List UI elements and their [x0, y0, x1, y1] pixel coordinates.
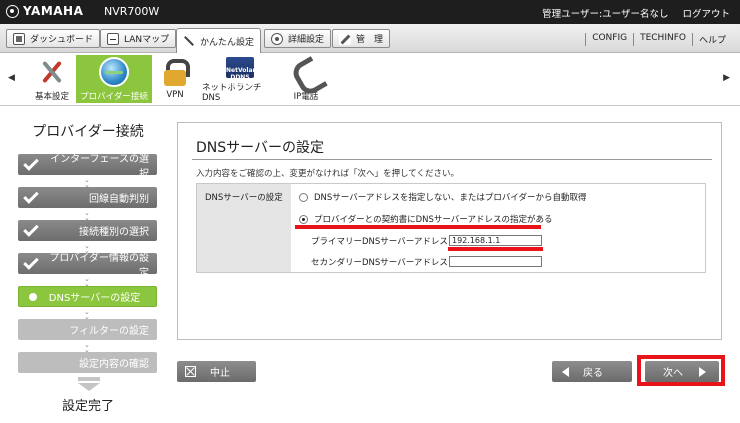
model-name: NVR700W [104, 5, 160, 18]
vpn-lock-icon [160, 57, 190, 87]
phone-icon [291, 57, 321, 87]
gear-icon [271, 32, 283, 45]
utility-links: CONFIG TECHINFO ヘルプ [585, 33, 732, 46]
wizard-icon [183, 35, 195, 47]
dns-form: DNSサーバーの設定 DNSサーバーアドレスを指定しない、またはプロバイダーから… [196, 183, 706, 273]
tab-lan-map[interactable]: LANマップ [100, 29, 177, 48]
current-step-dot-icon [29, 292, 37, 301]
wizard-step-connection-type: 接続種別の選択 [18, 220, 157, 241]
wrench-icon [339, 32, 351, 45]
brand-name: YAMAHA [23, 4, 84, 18]
main-tab-bar: ダッシュボード LANマップ かんたん設定 詳細設定 管 理 CONFIG TE… [0, 24, 740, 53]
techinfo-link[interactable]: TECHINFO [633, 33, 692, 46]
tab-advanced-settings[interactable]: 詳細設定 [264, 29, 332, 48]
tools-icon [37, 57, 67, 87]
tab-management[interactable]: 管 理 [332, 29, 391, 48]
primary-dns-label: プライマリーDNSサーバーアドレス [311, 237, 448, 247]
check-icon [23, 187, 39, 204]
close-box-icon [185, 366, 196, 377]
wizard-step-dns: DNSサーバーの設定 [18, 286, 157, 307]
tab-easy-setup[interactable]: かんたん設定 [176, 28, 262, 53]
check-icon [23, 253, 39, 270]
yamaha-logo-icon [6, 4, 19, 18]
wizard-step-interface: インターフェースの選択 [18, 154, 157, 180]
panel-title: DNSサーバーの設定 [196, 140, 324, 156]
lan-map-icon [107, 32, 119, 45]
tab-label: LANマップ [124, 35, 170, 45]
wizard-final-step: 設定完了 [61, 399, 114, 414]
tab-label: 詳細設定 [288, 35, 325, 45]
panel-description: 入力内容をご確認の上、変更がなければ「次へ」を押してください。 [196, 169, 459, 179]
cancel-button[interactable]: 中止 [177, 361, 256, 382]
tab-label: ダッシュボード [30, 35, 94, 45]
config-link[interactable]: CONFIG [585, 33, 633, 46]
wizard-step-filter: フィルターの設定 [18, 319, 157, 340]
option-dns-manual[interactable]: プロバイダーとの契約書にDNSサーバーアドレスの指定がある [299, 213, 552, 225]
option-label: DNSサーバーアドレスを指定しない、またはプロバイダーから自動取得 [314, 193, 587, 203]
down-arrow-icon [78, 377, 100, 391]
ddns-icon: NetVolante DDNS Service [226, 57, 264, 88]
tab-label: 管 理 [356, 35, 384, 45]
form-row-label: DNSサーバーの設定 [197, 184, 291, 272]
check-icon [23, 220, 39, 237]
category-label: 基本設定 [34, 92, 69, 102]
radio-dns-auto[interactable] [299, 192, 308, 202]
highlight-underline [295, 225, 541, 229]
category-icon-strip: ◀ 基本設定 プロバイダー接続 VPN NetVolante DDNS Serv… [0, 53, 740, 106]
scroll-right-arrow-icon[interactable]: ▶ [723, 73, 730, 83]
dashboard-icon [13, 32, 25, 45]
highlight-underline [448, 247, 543, 251]
option-dns-auto[interactable]: DNSサーバーアドレスを指定しない、またはプロバイダーから自動取得 [299, 191, 587, 203]
logout-link[interactable]: ログアウト [682, 6, 730, 20]
top-bar: YAMAHA NVR700W 管理ユーザー:ユーザー名なし ログアウト [0, 0, 740, 24]
option-label: プロバイダーとの契約書にDNSサーバーアドレスの指定がある [314, 215, 553, 225]
wizard-step-auto-detect: 回線自動判別 [18, 187, 157, 208]
current-user: 管理ユーザー:ユーザー名なし [542, 9, 669, 20]
wizard-title: プロバイダー接続 [32, 124, 144, 140]
back-button[interactable]: 戻る [552, 361, 632, 382]
title-divider [192, 159, 712, 160]
secondary-dns-label: セカンダリーDNSサーバーアドレス [311, 258, 448, 268]
user-info: 管理ユーザー:ユーザー名なし ログアウト [542, 6, 730, 20]
dns-settings-panel: DNSサーバーの設定 入力内容をご確認の上、変更がなければ「次へ」を押してくださ… [177, 122, 722, 340]
next-label: 次へ [663, 368, 683, 379]
ddns-icon-text: NetVolante DDNS Service [226, 67, 264, 88]
wizard-step-provider-info: プロバイダー情報の設定 [18, 253, 157, 279]
category-ip-phone[interactable]: IP電話 [268, 55, 344, 103]
cancel-label: 中止 [210, 368, 230, 379]
globe-icon [99, 57, 129, 87]
next-button[interactable]: 次へ [645, 361, 719, 382]
secondary-dns-input[interactable] [449, 256, 542, 267]
tab-dashboard[interactable]: ダッシュボード [6, 29, 101, 48]
brand-logo: YAMAHA [6, 4, 83, 18]
primary-dns-input[interactable]: 192.168.1.1 [449, 235, 542, 246]
back-label: 戻る [583, 368, 603, 379]
wizard-step-confirm: 設定内容の確認 [18, 352, 157, 373]
triangle-left-icon [562, 366, 569, 377]
category-label: VPN [166, 90, 184, 100]
radio-dns-manual[interactable] [299, 214, 308, 224]
help-link[interactable]: ヘルプ [691, 33, 732, 46]
check-icon [23, 154, 39, 171]
category-netvolante-dns[interactable]: NetVolante DDNS Service ネットボランチDNS [202, 55, 278, 103]
tab-label: かんたん設定 [200, 37, 255, 48]
triangle-right-icon [699, 366, 706, 377]
